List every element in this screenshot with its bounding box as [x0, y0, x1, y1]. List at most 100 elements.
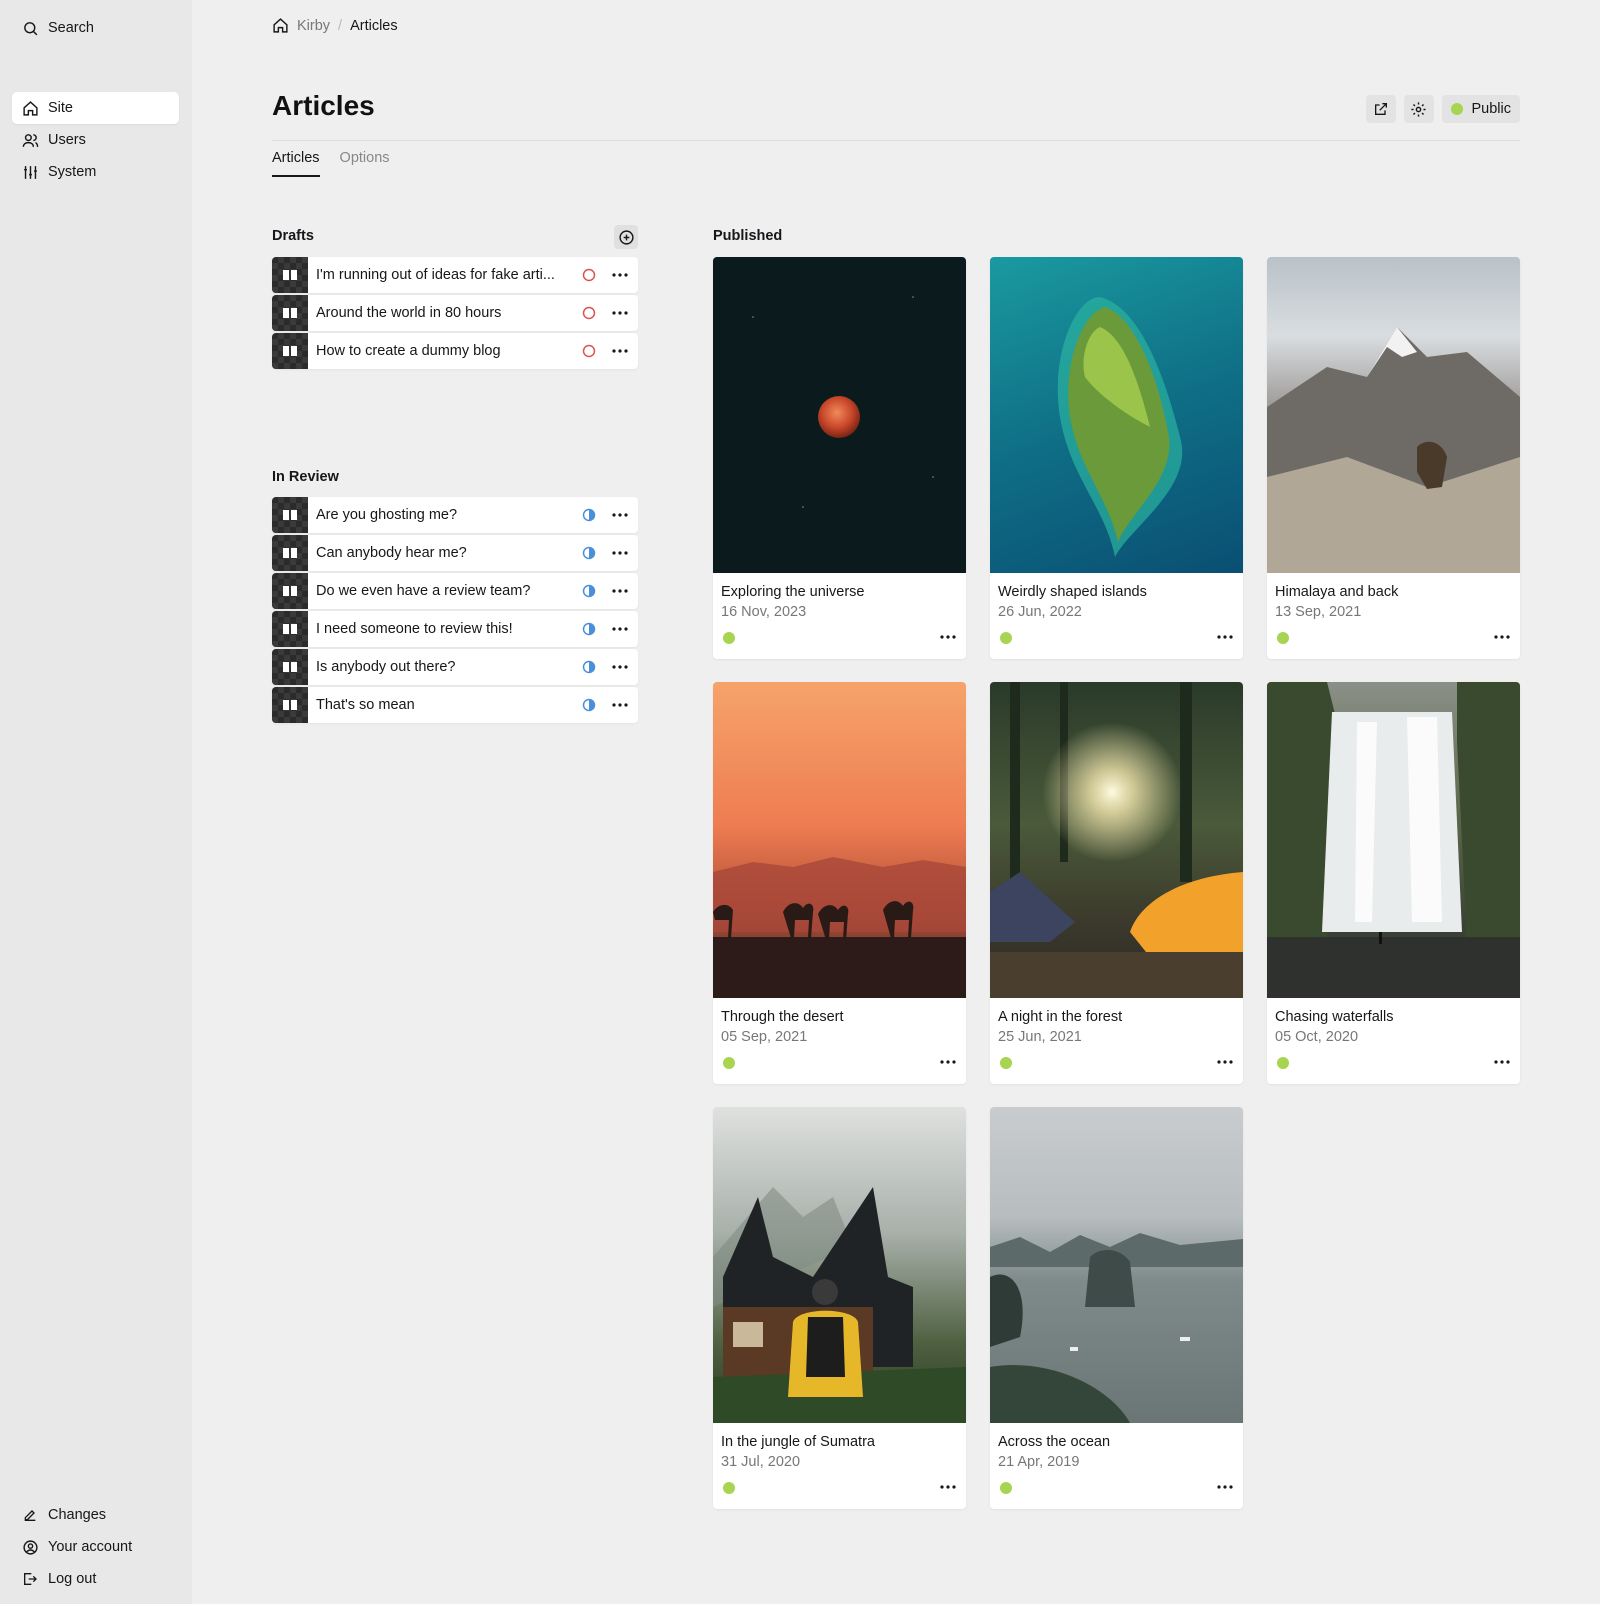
article-card[interactable]: Exploring the universe 16 Nov, 2023 [713, 257, 966, 659]
status-dot-icon[interactable] [1000, 632, 1012, 644]
article-card[interactable]: A night in the forest 25 Jun, 2021 [990, 682, 1243, 1084]
more-options-icon[interactable] [602, 703, 638, 707]
sidebar: Search Site Users System Changes Your ac… [0, 0, 192, 1604]
more-options-icon[interactable] [602, 513, 638, 517]
sidebar-item-label: System [48, 164, 97, 180]
external-link-icon [1373, 101, 1389, 117]
drafts-section-title: Drafts [272, 228, 314, 244]
list-item[interactable]: Do we even have a review team? [272, 573, 638, 609]
list-item[interactable]: Are you ghosting me? [272, 497, 638, 533]
list-item[interactable]: How to create a dummy blog [272, 333, 638, 369]
list-item-title: Are you ghosting me? [316, 507, 458, 523]
users-icon [21, 131, 39, 149]
more-options-icon[interactable] [936, 1477, 960, 1497]
changes-button[interactable]: Changes [12, 1500, 179, 1530]
status-dot-icon[interactable] [723, 632, 735, 644]
list-item[interactable]: Can anybody hear me? [272, 535, 638, 571]
list-item-title: I need someone to review this! [316, 621, 513, 637]
list-item[interactable]: I need someone to review this! [272, 611, 638, 647]
list-item-title: Can anybody hear me? [316, 545, 467, 561]
book-icon [272, 611, 308, 647]
more-options-icon[interactable] [936, 1052, 960, 1072]
tab-options[interactable]: Options [340, 150, 390, 177]
article-card[interactable]: Across the ocean 21 Apr, 2019 [990, 1107, 1243, 1509]
published-section-title: Published [713, 228, 783, 244]
more-options-icon[interactable] [1490, 627, 1514, 647]
search-button[interactable]: Search [12, 12, 179, 44]
status-dot-icon[interactable] [723, 1482, 735, 1494]
home-icon[interactable] [272, 17, 289, 34]
pen-icon [21, 1506, 39, 1524]
review-status-icon[interactable] [576, 622, 602, 636]
sidebar-item-site[interactable]: Site [12, 92, 179, 124]
status-dot-icon[interactable] [1277, 632, 1289, 644]
more-options-icon[interactable] [1213, 627, 1237, 647]
card-image [713, 1107, 966, 1423]
draft-status-icon[interactable] [576, 268, 602, 282]
review-status-icon[interactable] [576, 660, 602, 674]
card-image [990, 1107, 1243, 1423]
more-options-icon[interactable] [602, 311, 638, 315]
breadcrumb-home-link[interactable]: Kirby [297, 18, 330, 34]
status-dot-icon[interactable] [1000, 1482, 1012, 1494]
add-draft-button[interactable] [614, 225, 638, 249]
book-icon [272, 295, 308, 331]
list-item[interactable]: Around the world in 80 hours [272, 295, 638, 331]
more-options-icon[interactable] [1213, 1477, 1237, 1497]
more-options-icon[interactable] [602, 551, 638, 555]
header-divider [272, 140, 1520, 141]
status-dot-icon[interactable] [1277, 1057, 1289, 1069]
sidebar-item-label: Site [48, 100, 73, 116]
more-options-icon[interactable] [602, 589, 638, 593]
review-status-icon[interactable] [576, 698, 602, 712]
card-image [990, 257, 1243, 573]
plus-circle-icon [618, 229, 635, 246]
more-options-icon[interactable] [1490, 1052, 1514, 1072]
card-title: A night in the forest [998, 1009, 1123, 1025]
more-options-icon[interactable] [936, 627, 960, 647]
draft-status-icon[interactable] [576, 306, 602, 320]
settings-button[interactable] [1403, 95, 1434, 123]
in-review-list: Are you ghosting me? Can anybody hear me… [272, 497, 638, 725]
list-item[interactable]: Is anybody out there? [272, 649, 638, 685]
review-status-icon[interactable] [576, 508, 602, 522]
book-icon [272, 687, 308, 723]
card-date: 16 Nov, 2023 [721, 604, 807, 620]
more-options-icon[interactable] [602, 273, 638, 277]
list-item[interactable]: I'm running out of ideas for fake arti..… [272, 257, 638, 293]
breadcrumb-separator: / [338, 17, 343, 34]
review-status-icon[interactable] [576, 584, 602, 598]
article-card[interactable]: In the jungle of Sumatra 31 Jul, 2020 [713, 1107, 966, 1509]
article-card[interactable]: Chasing waterfalls 05 Oct, 2020 [1267, 682, 1520, 1084]
list-item-title: How to create a dummy blog [316, 343, 501, 359]
card-title: Himalaya and back [1275, 584, 1399, 600]
draft-status-icon[interactable] [576, 344, 602, 358]
article-card[interactable]: Himalaya and back 13 Sep, 2021 [1267, 257, 1520, 659]
tab-articles[interactable]: Articles [272, 150, 320, 177]
article-card[interactable]: Weirdly shaped islands 26 Jun, 2022 [990, 257, 1243, 659]
open-preview-button[interactable] [1365, 95, 1396, 123]
in-review-section-title: In Review [272, 469, 339, 485]
card-date: 05 Oct, 2020 [1275, 1029, 1359, 1045]
more-options-icon[interactable] [602, 627, 638, 631]
status-dot-icon[interactable] [1000, 1057, 1012, 1069]
more-options-icon[interactable] [1213, 1052, 1237, 1072]
breadcrumb: Kirby / Articles [272, 17, 398, 34]
card-image [990, 682, 1243, 998]
your-account-button[interactable]: Your account [12, 1532, 179, 1562]
more-options-icon[interactable] [602, 349, 638, 353]
card-date: 13 Sep, 2021 [1275, 604, 1362, 620]
book-icon [272, 573, 308, 609]
logout-button[interactable]: Log out [12, 1564, 179, 1594]
article-card[interactable]: Through the desert 05 Sep, 2021 [713, 682, 966, 1084]
book-icon [272, 257, 308, 293]
more-options-icon[interactable] [602, 665, 638, 669]
card-image [1267, 257, 1520, 573]
list-item[interactable]: That's so mean [272, 687, 638, 723]
sidebar-item-system[interactable]: System [12, 156, 179, 188]
status-button[interactable]: Public [1441, 95, 1520, 123]
review-status-icon[interactable] [576, 546, 602, 560]
sidebar-item-users[interactable]: Users [12, 124, 179, 156]
status-dot-icon[interactable] [723, 1057, 735, 1069]
breadcrumb-current[interactable]: Articles [350, 18, 398, 34]
